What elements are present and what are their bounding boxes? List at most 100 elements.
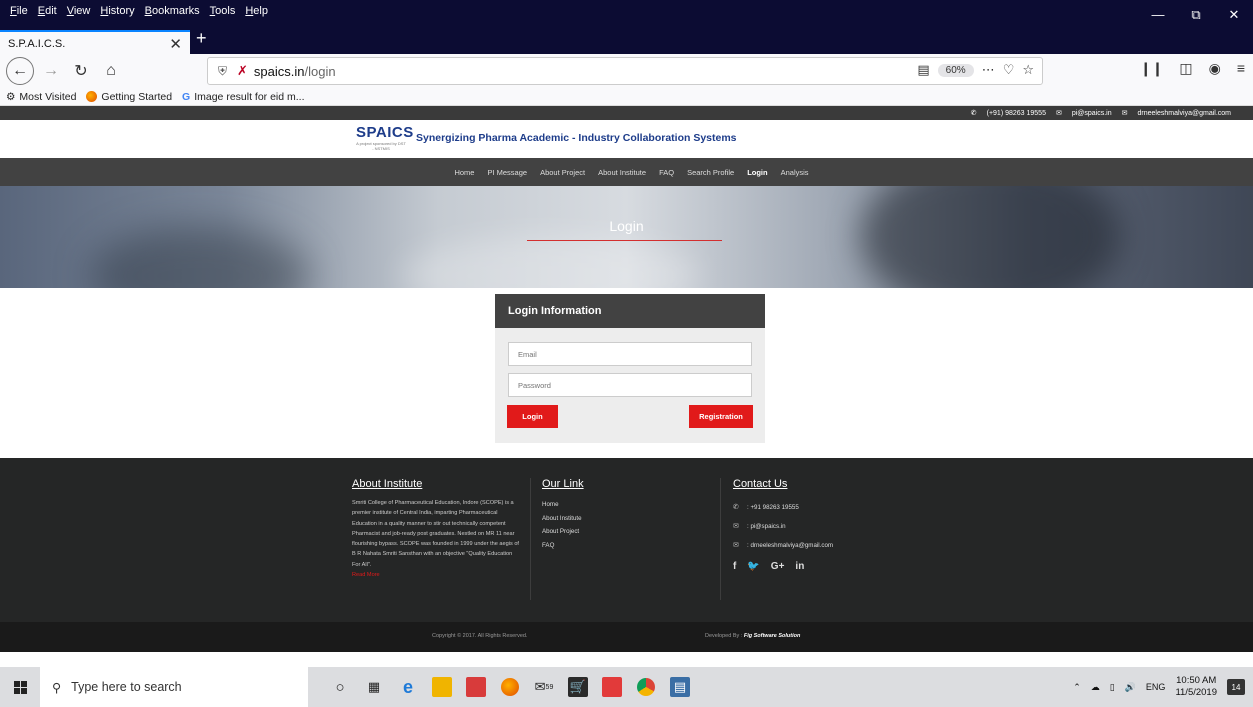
chrome-icon[interactable] (636, 677, 656, 697)
system-tray: ⌃ ☁ ▯ 🔊 ENG 10:50 AM 11/5/2019 14 (1073, 667, 1245, 707)
footer-email[interactable]: : pi@spaics.in (747, 517, 786, 536)
sidebar-icon[interactable]: ◫ (1179, 60, 1192, 77)
task-view-icon[interactable]: ▦ (364, 677, 384, 697)
nav-search-profile[interactable]: Search Profile (687, 168, 734, 177)
language-indicator[interactable]: ENG (1146, 682, 1166, 692)
bookmark-star-icon[interactable]: ☆ (1022, 62, 1034, 78)
twitter-icon[interactable]: 🐦 (747, 561, 759, 572)
account-icon[interactable]: ◉ (1209, 60, 1221, 77)
insecure-lock-icon[interactable]: ✗ (237, 63, 248, 79)
registration-button[interactable]: Registration (689, 405, 753, 428)
bookmark-getting-started[interactable]: Getting Started (86, 91, 172, 103)
footer-about-text: Smriti College of Pharmaceutical Educati… (352, 500, 519, 568)
reader-view-icon[interactable]: ▤ (917, 62, 929, 78)
hero-shade (90, 226, 310, 288)
footer-email-row: ✉ : pi@spaics.in (733, 517, 833, 536)
shield-icon[interactable]: ⛨ (218, 64, 227, 79)
footer-link-about-project[interactable]: About Project (542, 525, 584, 539)
footer-links-heading: Our Link (542, 478, 584, 490)
clock[interactable]: 10:50 AM 11/5/2019 (1175, 675, 1217, 699)
footer-phone: : +91 98263 19555 (747, 504, 799, 511)
nav-about-project[interactable]: About Project (540, 168, 585, 177)
bookmark-image-result[interactable]: G Image result for eid m... (182, 91, 304, 103)
hamburger-menu-icon[interactable]: ≡ (1237, 60, 1245, 77)
google-plus-icon[interactable]: G+ (771, 561, 785, 572)
menu-history[interactable]: History (100, 5, 134, 17)
login-panel: Login Information Login Registration (495, 294, 765, 443)
site-logo[interactable]: SPAICS A project sponsored by DST - NSTM… (356, 124, 413, 151)
firefox-icon (86, 91, 98, 102)
store-red-icon[interactable] (466, 677, 486, 697)
facebook-icon[interactable]: f (733, 561, 736, 572)
menu-view[interactable]: View (67, 5, 91, 17)
footer-contact-heading: Contact Us (733, 478, 788, 490)
menu-edit[interactable]: Edit (38, 5, 57, 17)
pocket-icon[interactable]: ♡ (1003, 62, 1015, 78)
home-button[interactable]: ⌂ (98, 58, 124, 84)
chevron-up-icon[interactable]: ⌃ (1073, 682, 1081, 693)
nav-home[interactable]: Home (454, 168, 474, 177)
tab-close-icon[interactable]: ✕ (169, 35, 182, 53)
nav-faq[interactable]: FAQ (659, 168, 674, 177)
control-panel-icon[interactable]: ▤ (670, 677, 690, 697)
menu-help[interactable]: Help (245, 5, 268, 17)
tab-strip: S.P.A.I.C.S. ✕ + (0, 22, 1253, 55)
library-icon[interactable]: ❙❙ (1140, 60, 1163, 77)
site-tagline: Synergizing Pharma Academic - Industry C… (416, 132, 737, 144)
nav-pi-message[interactable]: PI Message (487, 168, 527, 177)
google-icon: G (182, 90, 191, 103)
mail-app-icon[interactable]: ✉ 59 (534, 677, 554, 697)
bookmark-most-visited[interactable]: ⚙ Most Visited (6, 91, 76, 103)
store-icon[interactable]: 🛒 (568, 677, 588, 697)
battery-icon[interactable]: ▯ (1110, 682, 1115, 693)
notification-icon[interactable]: 14 (1227, 679, 1245, 695)
file-explorer-icon[interactable] (432, 677, 452, 697)
footer-link-home[interactable]: Home (542, 498, 584, 512)
onedrive-icon[interactable]: ☁ (1091, 682, 1100, 693)
windows-icon (13, 680, 27, 694)
taskbar-search[interactable]: ⚲ Type here to search (40, 667, 308, 707)
footer-email-2[interactable]: : drneeleshmalviya@gmail.com (747, 536, 833, 555)
nav-about-institute[interactable]: About Institute (598, 168, 646, 177)
cortana-icon[interactable]: ○ (330, 677, 350, 697)
login-button[interactable]: Login (507, 405, 558, 428)
browser-tab[interactable]: S.P.A.I.C.S. ✕ (0, 30, 190, 55)
zoom-badge[interactable]: 60% (937, 63, 974, 77)
volume-icon[interactable]: 🔊 (1125, 682, 1136, 693)
more-actions-icon[interactable]: ⋯ (982, 62, 995, 78)
browser-navbar: ← → ↻ ⌂ ⛨ ✗ spaics.in/login ▤ 60% ⋯ ♡ ☆ … (0, 54, 1253, 88)
page-title: Login (609, 218, 644, 234)
contact-email[interactable]: pi@spaics.in (1072, 110, 1112, 117)
toolbar-right: ❙❙ ◫ ◉ ≡ (1140, 60, 1245, 77)
menu-tools[interactable]: Tools (210, 5, 236, 17)
password-field[interactable] (508, 373, 752, 397)
back-button[interactable]: ← (6, 57, 34, 85)
linkedin-icon[interactable]: in (795, 561, 804, 572)
edge-icon[interactable]: e (398, 677, 418, 697)
tab-title: S.P.A.I.C.S. (8, 37, 66, 50)
email-field[interactable] (508, 342, 752, 366)
forward-button[interactable]: → (38, 58, 64, 84)
footer-link-faq[interactable]: FAQ (542, 539, 584, 553)
nav-analysis[interactable]: Analysis (781, 168, 809, 177)
url-actions: ▤ 60% ⋯ ♡ ☆ (917, 62, 1034, 78)
logo-subtext: A project sponsored by DST - NSTMIS (356, 141, 406, 151)
start-button[interactable] (0, 667, 40, 707)
bookmark-label: Most Visited (19, 90, 77, 103)
contact-email-2[interactable]: drneeleshmalviya@gmail.com (1138, 110, 1231, 117)
footer-link-about-institute[interactable]: About Institute (542, 512, 584, 526)
url-bar[interactable]: ⛨ ✗ spaics.in/login ▤ 60% ⋯ ♡ ☆ (207, 57, 1043, 85)
reload-button[interactable]: ↻ (68, 58, 94, 84)
menu-file[interactable]: File (10, 5, 28, 17)
developer-name[interactable]: Fig Software Solution (744, 633, 801, 639)
menu-bookmarks[interactable]: Bookmarks (145, 5, 200, 17)
mail-icon: ✉ (733, 542, 739, 549)
footer-contact: Contact Us ✆ : +91 98263 19555 ✉ : pi@sp… (733, 478, 833, 572)
firefox-icon[interactable] (500, 677, 520, 697)
contact-phone: (+91) 98263 19555 (986, 109, 1046, 117)
new-tab-icon[interactable]: + (196, 28, 207, 49)
acrobat-icon[interactable] (602, 677, 622, 697)
mail-icon: ✉ (1121, 110, 1128, 117)
nav-login[interactable]: Login (747, 168, 767, 177)
read-more-link[interactable]: Read More (352, 572, 522, 578)
